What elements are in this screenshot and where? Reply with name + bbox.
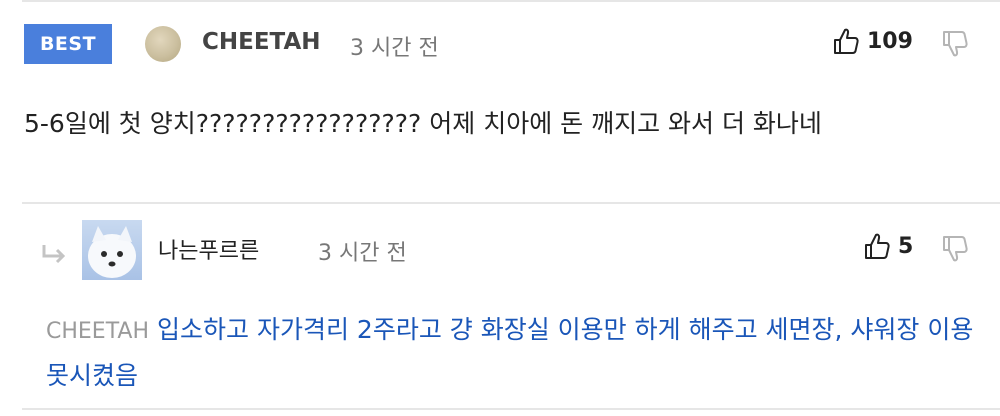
avatar[interactable]	[145, 26, 181, 62]
thumbs-down-icon	[942, 235, 968, 263]
like-button[interactable]: 109	[833, 27, 913, 55]
reply-dislike-button[interactable]	[942, 235, 968, 263]
reply-time: 3 시간 전	[318, 241, 407, 266]
reply-body: CHEETAH 입소하고 자가격리 2주라고 걍 화장실 이용만 하게 해주고 세…	[46, 308, 976, 398]
thumbs-up-icon	[833, 27, 859, 55]
reply-author[interactable]: 나는푸르른	[158, 233, 259, 265]
reply-mention[interactable]: CHEETAH	[46, 319, 149, 344]
reply-text: 입소하고 자가격리 2주라고 걍 화장실 이용만 하게 해주고 세면장, 샤워장…	[46, 315, 974, 390]
thumbs-up-icon	[864, 232, 890, 260]
reply-arrow-icon	[40, 244, 68, 266]
thumbs-down-icon	[942, 30, 968, 58]
comment-body: 5-6일에 첫 양치????????????????? 어제 치아에 돈 깨지고…	[24, 109, 822, 138]
dislike-button[interactable]	[942, 30, 968, 58]
reply-like-button[interactable]: 5	[864, 232, 913, 260]
bottom-divider	[22, 408, 1000, 410]
comment-time: 3 시간 전	[350, 36, 439, 61]
top-divider	[22, 0, 1000, 2]
like-count: 109	[867, 28, 913, 54]
avatar[interactable]	[82, 220, 142, 280]
comment-author[interactable]: CHEETAH	[202, 29, 321, 55]
like-count: 5	[898, 233, 914, 259]
best-badge: BEST	[24, 24, 112, 64]
comment-divider	[22, 202, 1000, 204]
